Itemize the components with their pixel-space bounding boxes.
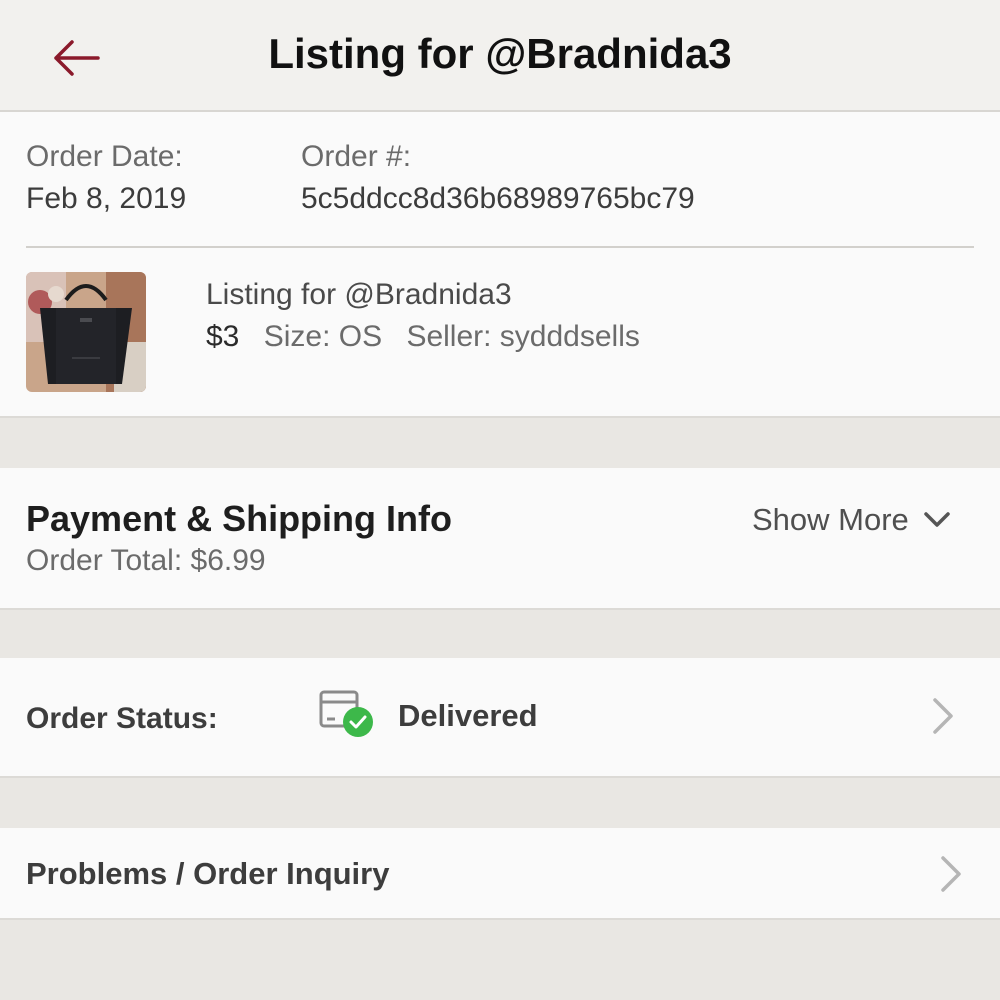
listing-seller: Seller: sydddsells xyxy=(406,320,640,353)
order-number-value: 5c5ddcc8d36b68989765bc79 xyxy=(301,182,695,215)
show-more-button[interactable]: Show More xyxy=(752,502,951,538)
show-more-label: Show More xyxy=(752,502,909,537)
order-status-label: Order Status: xyxy=(26,702,218,735)
divider xyxy=(26,246,974,248)
order-status-value: Delivered xyxy=(398,698,538,733)
order-status-row[interactable]: Order Status: Delivered xyxy=(0,658,1000,778)
package-delivered-icon xyxy=(318,686,380,740)
app-header: Listing for @Bradnida3 xyxy=(0,0,1000,112)
order-date-value: Feb 8, 2019 xyxy=(26,182,187,215)
listing-price: $3 xyxy=(206,320,240,353)
payment-shipping-card: Payment & Shipping Info Order Total: $6.… xyxy=(0,468,1000,610)
listing-size: Size: OS xyxy=(263,320,383,353)
chevron-down-icon xyxy=(924,512,950,527)
chevron-right-icon xyxy=(933,698,953,734)
order-date-label: Order Date: xyxy=(26,140,183,173)
payment-shipping-title: Payment & Shipping Info xyxy=(26,498,453,539)
page-title: Listing for @Bradnida3 xyxy=(268,30,732,77)
order-summary-card: Order Date: Feb 8, 2019 Order #: 5c5ddcc… xyxy=(0,112,1000,418)
order-total: Order Total: $6.99 xyxy=(26,544,266,577)
listing-thumbnail[interactable] xyxy=(26,272,146,392)
chevron-right-icon xyxy=(941,856,961,892)
listing-meta: $3 Size: OS Seller: sydddsells xyxy=(206,320,656,354)
problems-inquiry-row[interactable]: Problems / Order Inquiry xyxy=(0,828,1000,920)
order-number-label: Order #: xyxy=(301,140,412,173)
problems-inquiry-label: Problems / Order Inquiry xyxy=(26,856,390,891)
listing-title[interactable]: Listing for @Bradnida3 xyxy=(206,278,512,312)
